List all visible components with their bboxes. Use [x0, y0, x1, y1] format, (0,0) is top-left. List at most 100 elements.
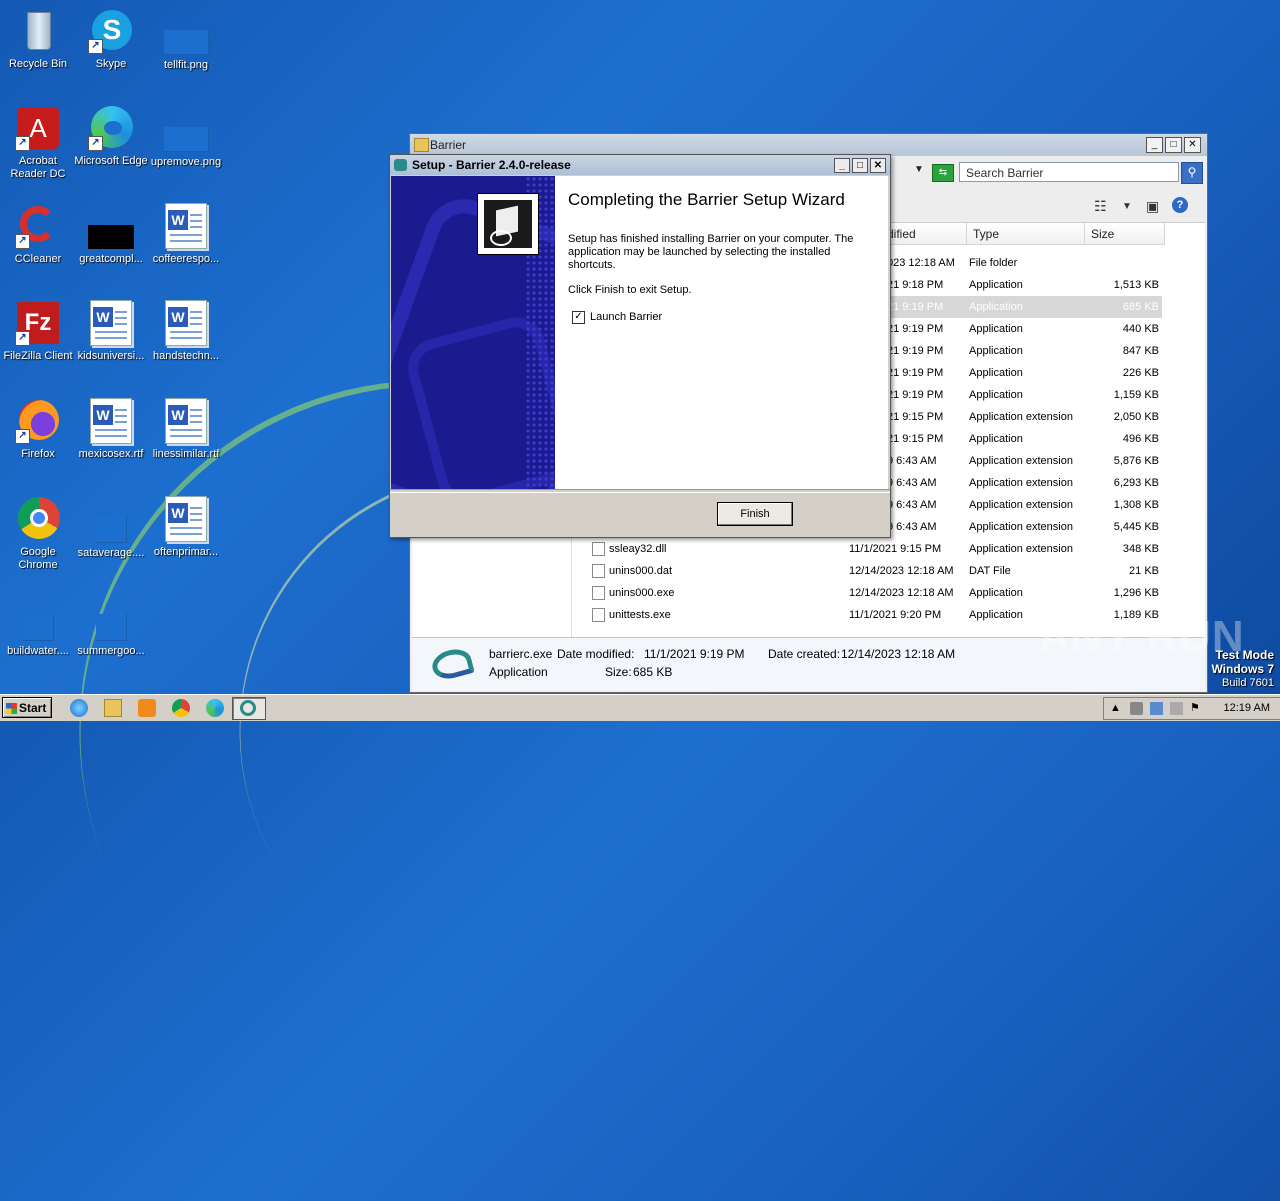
maximize-button[interactable]: □ — [1165, 137, 1182, 153]
view-options-icon[interactable]: ☷ — [1094, 198, 1107, 215]
word-document-icon: W — [165, 496, 207, 542]
desktop-icon-kidsuniversi[interactable]: W kidsuniversi... — [73, 300, 149, 363]
table-row[interactable]: unins000.exe 12/14/2023 12:18 AM Applicati… — [412, 582, 1205, 604]
desktop-icon-coffeerespo[interactable]: W coffeerespo... — [148, 203, 224, 266]
desktop-icon-handstechn[interactable]: W handstechn... — [148, 300, 224, 363]
desktop-icon-firefox[interactable]: ↗ Firefox — [0, 398, 76, 461]
column-size[interactable]: Size — [1085, 223, 1165, 245]
type-cell: Application — [969, 345, 1023, 357]
desktop-icon-summergoo[interactable]: summergoo... — [73, 594, 149, 658]
show-hidden-icons-icon[interactable]: ▲ — [1110, 702, 1123, 715]
desktop-icon-mexicosex[interactable]: W mexicosex.rtf — [73, 398, 149, 461]
media-player-icon[interactable] — [138, 699, 156, 717]
launch-barrier-checkbox[interactable]: ✓ — [572, 311, 585, 324]
chrome-taskbar-icon[interactable] — [172, 699, 190, 717]
action-center-icon[interactable] — [1130, 702, 1143, 715]
table-row[interactable]: ssleay32.dll 11/1/2021 9:15 PM Application… — [412, 538, 1205, 560]
explorer-titlebar[interactable]: Barrier _ □ ✕ — [410, 134, 1207, 156]
minimize-button[interactable]: _ — [1146, 137, 1163, 153]
date-modified-cell: 21 9:19 PM — [887, 367, 944, 379]
help-icon[interactable]: ? — [1172, 197, 1188, 213]
close-button[interactable]: ✕ — [1184, 137, 1201, 153]
volume-icon[interactable] — [1170, 702, 1183, 715]
desktop-icon-chrome[interactable]: Google Chrome — [0, 496, 76, 572]
preview-pane-icon[interactable]: ▣ — [1146, 198, 1159, 215]
network-icon[interactable] — [1150, 702, 1163, 715]
file-icon — [95, 614, 127, 641]
desktop-icon-linessimilar[interactable]: W linessimilar.rtf — [148, 398, 224, 461]
search-input[interactable]: Search Barrier — [959, 162, 1179, 182]
setup-taskbar-button[interactable] — [232, 697, 266, 720]
type-cell: Application extension — [969, 521, 1073, 533]
column-date-modified[interactable]: dified — [881, 223, 967, 245]
type-cell: Application — [969, 433, 1023, 445]
finish-button[interactable]: Finish — [717, 502, 793, 526]
details-modified-value: 11/1/2021 9:19 PM — [644, 647, 745, 661]
type-cell: Application — [969, 301, 1023, 313]
type-cell: Application — [969, 587, 1023, 599]
wizard-heading: Completing the Barrier Setup Wizard — [568, 190, 845, 209]
file-name-cell: unins000.dat — [609, 565, 672, 577]
desktop-icon-greatcompl[interactable]: greatcompl... — [73, 203, 149, 266]
maximize-button[interactable]: □ — [852, 158, 868, 173]
edge-taskbar-icon[interactable] — [206, 699, 224, 717]
type-cell: Application extension — [969, 411, 1073, 423]
size-cell: 348 KB — [1122, 543, 1159, 555]
desktop-icon-ccleaner[interactable]: ↗ CCleaner — [0, 203, 76, 266]
internet-explorer-icon[interactable] — [70, 699, 88, 717]
launch-barrier-option[interactable]: ✓ Launch Barrier — [568, 309, 876, 325]
details-filename: barrierc.exe — [489, 647, 553, 661]
image-file-icon — [163, 30, 209, 55]
clock[interactable]: 12:19 AM — [1224, 698, 1270, 719]
barrier-app-icon — [429, 644, 475, 684]
size-cell: 496 KB — [1122, 433, 1159, 445]
search-icon[interactable]: ⚲ — [1181, 162, 1203, 184]
launch-barrier-label[interactable]: Launch Barrier — [590, 309, 662, 325]
file-icon — [592, 564, 605, 578]
setup-logo-icon — [477, 193, 539, 255]
start-button[interactable]: Start — [2, 697, 52, 718]
size-cell: 440 KB — [1122, 323, 1159, 335]
refresh-icon[interactable]: ⇆ — [932, 164, 954, 182]
date-modified-cell: 21 9:15 PM — [887, 433, 944, 445]
chrome-icon — [15, 496, 61, 542]
setup-dialog[interactable]: Setup - Barrier 2.4.0-release _ □ ✕ Comp… — [389, 154, 891, 538]
setup-titlebar[interactable]: Setup - Barrier 2.4.0-release _ □ ✕ — [390, 155, 890, 175]
file-explorer-icon[interactable] — [104, 699, 122, 717]
test-mode-line3: Build 7601 — [1222, 677, 1274, 689]
desktop-icon-sataverage[interactable]: sataverage.... — [73, 496, 149, 560]
type-cell: Application extension — [969, 455, 1073, 467]
desktop-icon-buildwater[interactable]: buildwater.... — [0, 594, 76, 658]
close-button[interactable]: ✕ — [870, 158, 886, 173]
flag-icon[interactable]: ⚑ — [1190, 702, 1203, 715]
type-cell: Application — [969, 389, 1023, 401]
address-dropdown-icon[interactable]: ▼ — [914, 164, 924, 175]
minimize-button[interactable]: _ — [834, 158, 850, 173]
word-document-icon: W — [90, 398, 132, 444]
chevron-down-icon[interactable]: ▼ — [1122, 201, 1132, 212]
desktop-icon-recycle-bin[interactable]: Recycle Bin — [0, 8, 76, 71]
recycle-bin-icon — [15, 8, 61, 54]
date-modified-cell: 9 6:43 AM — [887, 499, 937, 511]
desktop-icon-filezilla[interactable]: Fz ↗ FileZilla Client — [0, 300, 76, 363]
desktop-icon-edge[interactable]: ↗ Microsoft Edge — [73, 105, 149, 168]
size-cell: 1,308 KB — [1113, 499, 1159, 511]
column-type[interactable]: Type — [967, 223, 1085, 245]
table-row[interactable]: unins000.dat 12/14/2023 12:18 AM DAT File 2… — [412, 560, 1205, 582]
explorer-title: Barrier — [430, 138, 467, 152]
type-cell: Application extension — [969, 477, 1073, 489]
desktop-icon-upremove[interactable]: upremove.png — [148, 105, 224, 169]
word-document-icon: W — [90, 300, 132, 346]
desktop-icon-skype[interactable]: S ↗ Skype — [73, 8, 149, 71]
desktop-icon-oftenprimar[interactable]: W oftenprimar... — [148, 496, 224, 559]
file-icon — [95, 516, 127, 543]
desktop-icon-acrobat[interactable]: A ↗ Acrobat Reader DC — [0, 105, 76, 181]
details-kind: Application — [489, 665, 548, 679]
date-modified-cell: 9 6:43 AM — [887, 455, 937, 467]
size-cell: 5,445 KB — [1113, 521, 1159, 533]
barrier-setup-icon — [394, 159, 407, 171]
size-cell: 847 KB — [1122, 345, 1159, 357]
test-mode-line2: Windows 7 — [1211, 662, 1274, 676]
file-name-cell: unins000.exe — [609, 587, 675, 599]
desktop-icon-tellfit[interactable]: tellfit.png — [148, 8, 224, 72]
